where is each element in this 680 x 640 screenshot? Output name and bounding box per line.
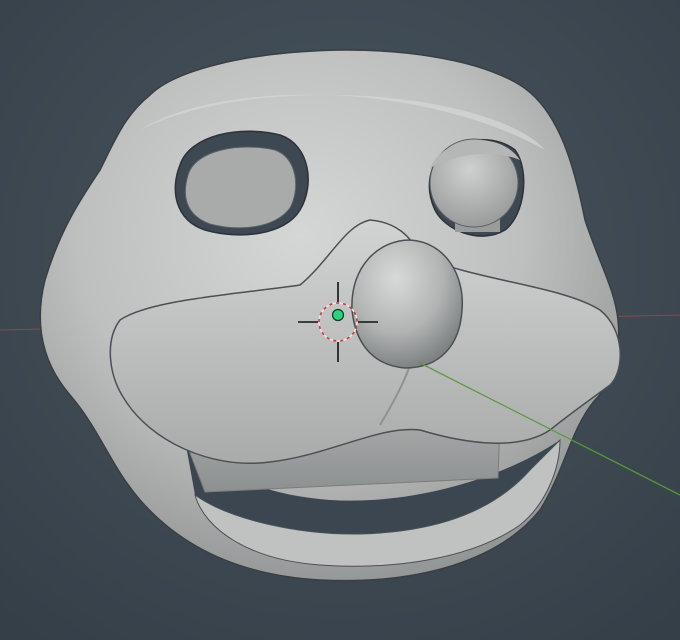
viewport-scene[interactable] [0,0,680,640]
nose[interactable] [351,239,464,369]
object-origin-icon[interactable] [331,308,345,322]
3d-viewport[interactable] [0,0,680,640]
left-eye-inner [184,146,297,229]
